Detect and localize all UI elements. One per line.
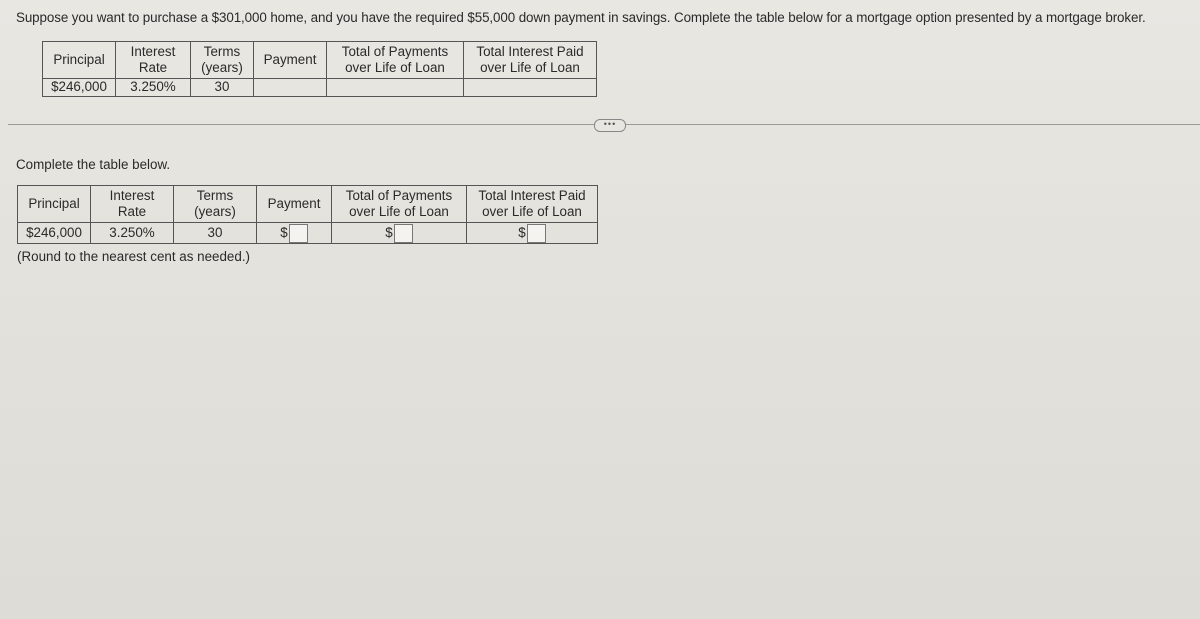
cell-terms: 30 (190, 78, 254, 97)
cell-total-payments (326, 78, 464, 97)
header-terms: Terms (years) (173, 185, 257, 223)
header-total-interest: Total Interest Paid over Life of Loan (466, 185, 598, 223)
cell-principal: $246,000 (42, 78, 116, 97)
instruction-text: Complete the table below. (16, 157, 171, 172)
total-interest-input[interactable] (526, 223, 546, 243)
header-payment: Payment (253, 41, 327, 79)
header-total-payments: Total of Payments over Life of Loan (326, 41, 464, 79)
header-total-interest: Total Interest Paid over Life of Loan (463, 41, 597, 79)
header-payment: Payment (256, 185, 332, 223)
cell-total-interest: $ (466, 222, 598, 244)
header-principal: Principal (42, 41, 116, 79)
answer-mortgage-table: Principal Interest Rate Terms (years) Paym… (17, 185, 598, 244)
currency-symbol: $ (518, 224, 526, 240)
header-interest-rate: Interest Rate (90, 185, 174, 223)
header-interest-rate: Interest Rate (115, 41, 191, 79)
payment-input[interactable] (288, 223, 308, 243)
rounding-note: (Round to the nearest cent as needed.) (17, 249, 251, 264)
cell-total-payments: $ (331, 222, 467, 244)
more-button[interactable]: ••• (594, 119, 626, 132)
table-row: $246,000 3.250% 30 $ $ $ (17, 222, 598, 244)
question-prompt: Suppose you want to purchase a $301,000 … (16, 10, 1146, 25)
currency-symbol: $ (385, 224, 393, 240)
table-row: $246,000 3.250% 30 (42, 78, 597, 97)
header-total-payments: Total of Payments over Life of Loan (331, 185, 467, 223)
cell-interest-rate: 3.250% (90, 222, 174, 244)
cell-payment: $ (256, 222, 332, 244)
table-header-row: Principal Interest Rate Terms (years) Paym… (42, 41, 597, 79)
cell-terms: 30 (173, 222, 257, 244)
cell-total-interest (463, 78, 597, 97)
total-payments-input[interactable] (393, 223, 413, 243)
header-principal: Principal (17, 185, 91, 223)
cell-payment (253, 78, 327, 97)
cell-principal: $246,000 (17, 222, 91, 244)
given-mortgage-table: Principal Interest Rate Terms (years) Paym… (42, 41, 597, 97)
header-terms: Terms (years) (190, 41, 254, 79)
table-header-row: Principal Interest Rate Terms (years) Paym… (17, 185, 598, 223)
currency-symbol: $ (280, 224, 288, 240)
cell-interest-rate: 3.250% (115, 78, 191, 97)
